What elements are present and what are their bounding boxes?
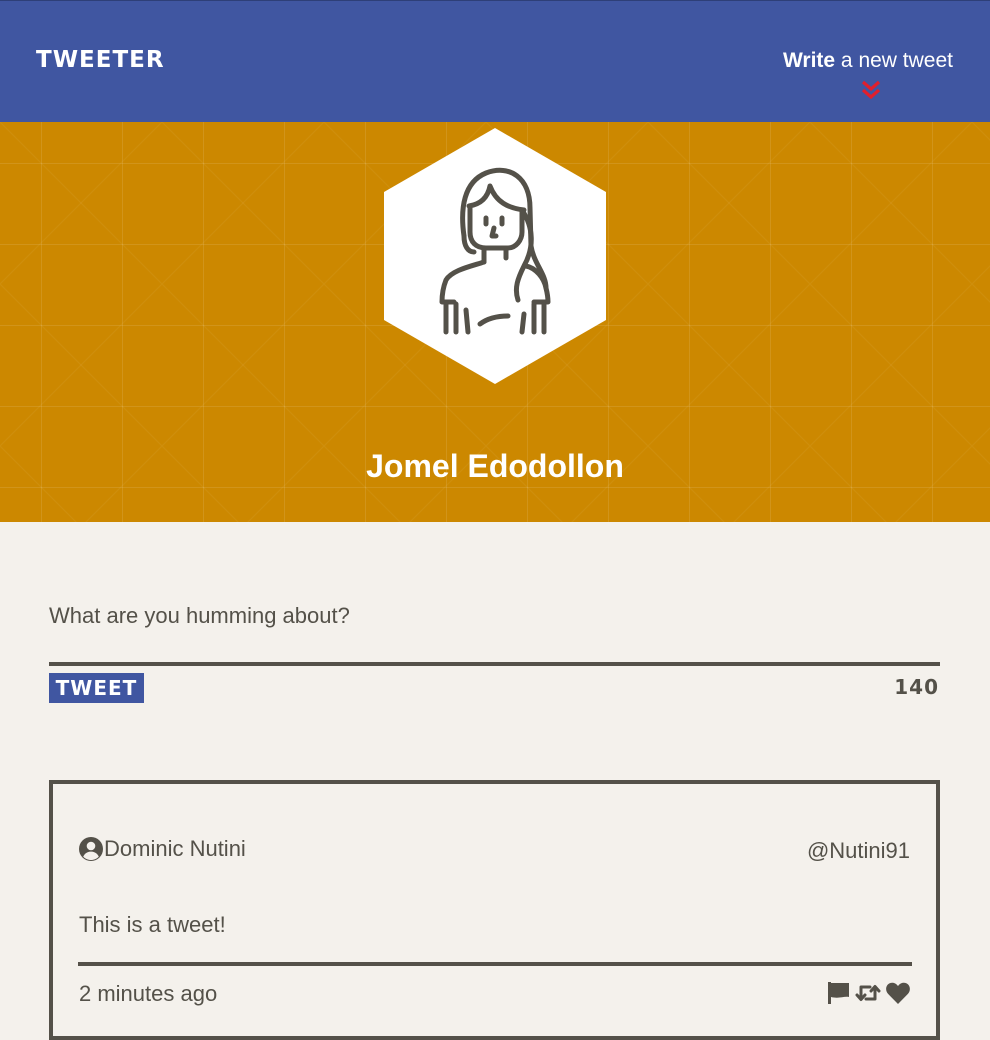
- flag-icon[interactable]: [825, 980, 851, 1006]
- profile-name: Jomel Edodollon: [366, 448, 624, 484]
- tweet-card: Dominic Nutini @Nutini91 This is a tweet…: [49, 780, 940, 1040]
- new-tweet-form: TWEET 140: [49, 600, 940, 706]
- tweet-submit-button[interactable]: TWEET: [49, 673, 144, 703]
- tweet-text-input[interactable]: [49, 600, 940, 662]
- brand-logo[interactable]: TWEETER: [36, 47, 165, 73]
- compose-toggle-label[interactable]: Write a new tweet: [783, 49, 953, 73]
- woman-avatar-icon: [384, 128, 606, 384]
- tweet-author-name: Dominic Nutini: [104, 836, 246, 861]
- tweet-actions: [825, 980, 911, 1006]
- profile-header: Jomel Edodollon: [0, 122, 990, 522]
- compose-toggle[interactable]: Write a new tweet: [783, 49, 953, 100]
- tweet-divider: [78, 962, 912, 966]
- double-chevron-down-icon[interactable]: [860, 80, 882, 102]
- tweet-author: Dominic Nutini: [79, 836, 246, 862]
- character-counter: 140: [894, 675, 939, 699]
- tweet-body: This is a tweet!: [79, 912, 226, 937]
- compose-toggle-strong: Write: [782, 49, 836, 72]
- form-footer: TWEET 140: [49, 666, 940, 706]
- user-circle-icon: [79, 837, 103, 861]
- tweet-author-handle: @Nutini91: [806, 838, 910, 863]
- top-nav: TWEETER Write a new tweet: [0, 0, 990, 122]
- tweet-timestamp: 2 minutes ago: [79, 981, 218, 1006]
- heart-icon[interactable]: [885, 980, 911, 1006]
- retweet-icon[interactable]: [855, 980, 881, 1006]
- compose-toggle-rest: a new tweet: [835, 49, 953, 72]
